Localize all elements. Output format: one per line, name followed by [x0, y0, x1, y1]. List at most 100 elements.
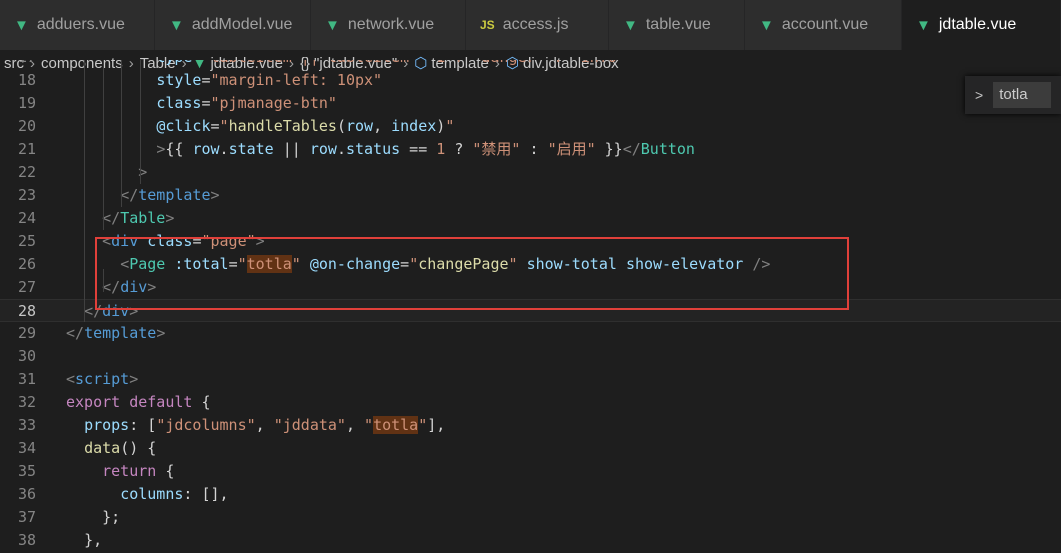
code-token: class — [156, 94, 202, 112]
code-line[interactable]: 37 }; — [0, 506, 1061, 529]
indent-guide — [121, 60, 122, 207]
tab-addModel-vue[interactable]: ▼ addModel.vue — [155, 0, 311, 50]
code-line[interactable]: 38 }, — [0, 529, 1061, 552]
code-text: >{{ row.state || row.status == 1 ? "禁用" … — [66, 138, 695, 161]
editor-tab-bar: ▼ adduers.vue ▼ addModel.vue ▼ network.vue JS a… — [0, 0, 1061, 50]
code-line[interactable]: 24 </Table> — [0, 207, 1061, 230]
code-line[interactable]: 18 style="margin-left: 10px" — [0, 69, 1061, 92]
code-token: </ — [120, 186, 139, 204]
line-number: 31 — [17, 370, 36, 388]
tab-label: table.vue — [645, 16, 711, 33]
find-input[interactable]: totla — [993, 82, 1052, 108]
code-token: index — [391, 117, 437, 135]
chevron-right-icon[interactable]: > — [975, 87, 983, 103]
vue-icon: ▼ — [325, 16, 340, 34]
code-line[interactable]: 21 >{{ row.state || row.status == 1 ? "禁… — [0, 138, 1061, 161]
code-text: export default { — [66, 391, 211, 414]
code-text: props: ["jdcolumns", "jddata", "totla"], — [66, 414, 445, 437]
tab-label: adduers.vue — [36, 16, 125, 33]
code-line[interactable]: 20 @click="handleTables(row, index)" — [0, 115, 1061, 138]
tab-access-js[interactable]: JS access.js — [466, 0, 609, 50]
code-text: return { — [66, 460, 174, 483]
code-token: ? — [445, 140, 473, 158]
code-token: Table — [120, 209, 166, 227]
line-number: 34 — [17, 439, 36, 457]
tab-label: network.vue — [347, 16, 435, 33]
code-text: <script> — [66, 368, 138, 391]
code-token: "禁用" — [472, 140, 521, 158]
code-token: type — [156, 60, 192, 66]
code-line[interactable]: 19 class="pjmanage-btn" — [0, 92, 1061, 115]
code-token: state — [228, 140, 274, 158]
vue-icon: ▼ — [623, 16, 638, 34]
code-token: columns — [120, 485, 184, 503]
code-token: { — [192, 393, 211, 411]
code-token: row — [192, 140, 220, 158]
code-token: "pjmanage-btn" — [210, 94, 337, 112]
code-token: > — [129, 370, 139, 388]
find-widget[interactable]: > totla — [965, 76, 1061, 114]
line-number: 25 — [17, 232, 36, 250]
code-token: = — [201, 71, 211, 89]
code-line[interactable]: 35 return { — [0, 460, 1061, 483]
code-line[interactable]: 17 type="tableItem || tableItem 1 ? "dan… — [0, 60, 1061, 69]
tab-network-vue[interactable]: ▼ network.vue — [311, 0, 466, 50]
code-token: . — [219, 140, 229, 158]
code-token: < — [66, 370, 76, 388]
code-line[interactable]: 31 <script> — [0, 368, 1061, 391]
code-line[interactable]: 29 </template> — [0, 322, 1061, 345]
code-line[interactable]: 36 columns: [], — [0, 483, 1061, 506]
line-number: 36 — [17, 485, 36, 503]
code-token: props — [84, 416, 130, 434]
code-token: </ — [622, 140, 641, 158]
code-line[interactable]: 23 </template> — [0, 184, 1061, 207]
code-text: data() { — [66, 437, 156, 460]
code-token: || — [273, 140, 310, 158]
code-token: "jddata" — [273, 416, 346, 434]
code-token: 1 ? "danger" : "info" — [436, 60, 626, 66]
code-line[interactable]: 33 props: ["jdcolumns", "jddata", "totla… — [0, 414, 1061, 437]
code-token: == — [400, 140, 437, 158]
code-token: </ — [66, 324, 85, 342]
tab-account-vue[interactable]: ▼ account.vue — [745, 0, 902, 50]
code-token: . — [336, 140, 346, 158]
code-token: data — [84, 439, 121, 457]
code-token: "jdcolumns" — [156, 416, 256, 434]
code-line[interactable]: 34 data() { — [0, 437, 1061, 460]
code-line[interactable]: 22 > — [0, 161, 1061, 184]
code-token: row — [309, 140, 337, 158]
vue-icon: ▼ — [916, 16, 931, 34]
code-token: : [], — [183, 485, 229, 503]
code-text: </Table> — [66, 207, 174, 230]
code-token: , — [345, 416, 365, 434]
tab-table-vue[interactable]: ▼ table.vue — [609, 0, 745, 50]
code-text: type="tableItem || tableItem 1 ? "danger… — [66, 60, 626, 69]
code-line[interactable]: 32 export default { — [0, 391, 1061, 414]
code-token: " — [418, 416, 428, 434]
code-line[interactable]: 30 — [0, 345, 1061, 368]
line-number: 33 — [17, 416, 36, 434]
code-token: </ — [102, 209, 121, 227]
code-token: ( — [336, 117, 346, 135]
code-text: > — [66, 161, 147, 184]
tab-adduers-vue[interactable]: ▼ adduers.vue — [0, 0, 155, 50]
code-token: " — [364, 416, 374, 434]
code-token: , — [373, 117, 392, 135]
line-number: 18 — [17, 71, 36, 89]
indent-guide — [103, 60, 104, 230]
code-text: }, — [66, 529, 102, 552]
tab-jdtable-vue[interactable]: ▼ jdtable.vue — [902, 0, 1061, 50]
search-match: totla — [373, 416, 419, 434]
